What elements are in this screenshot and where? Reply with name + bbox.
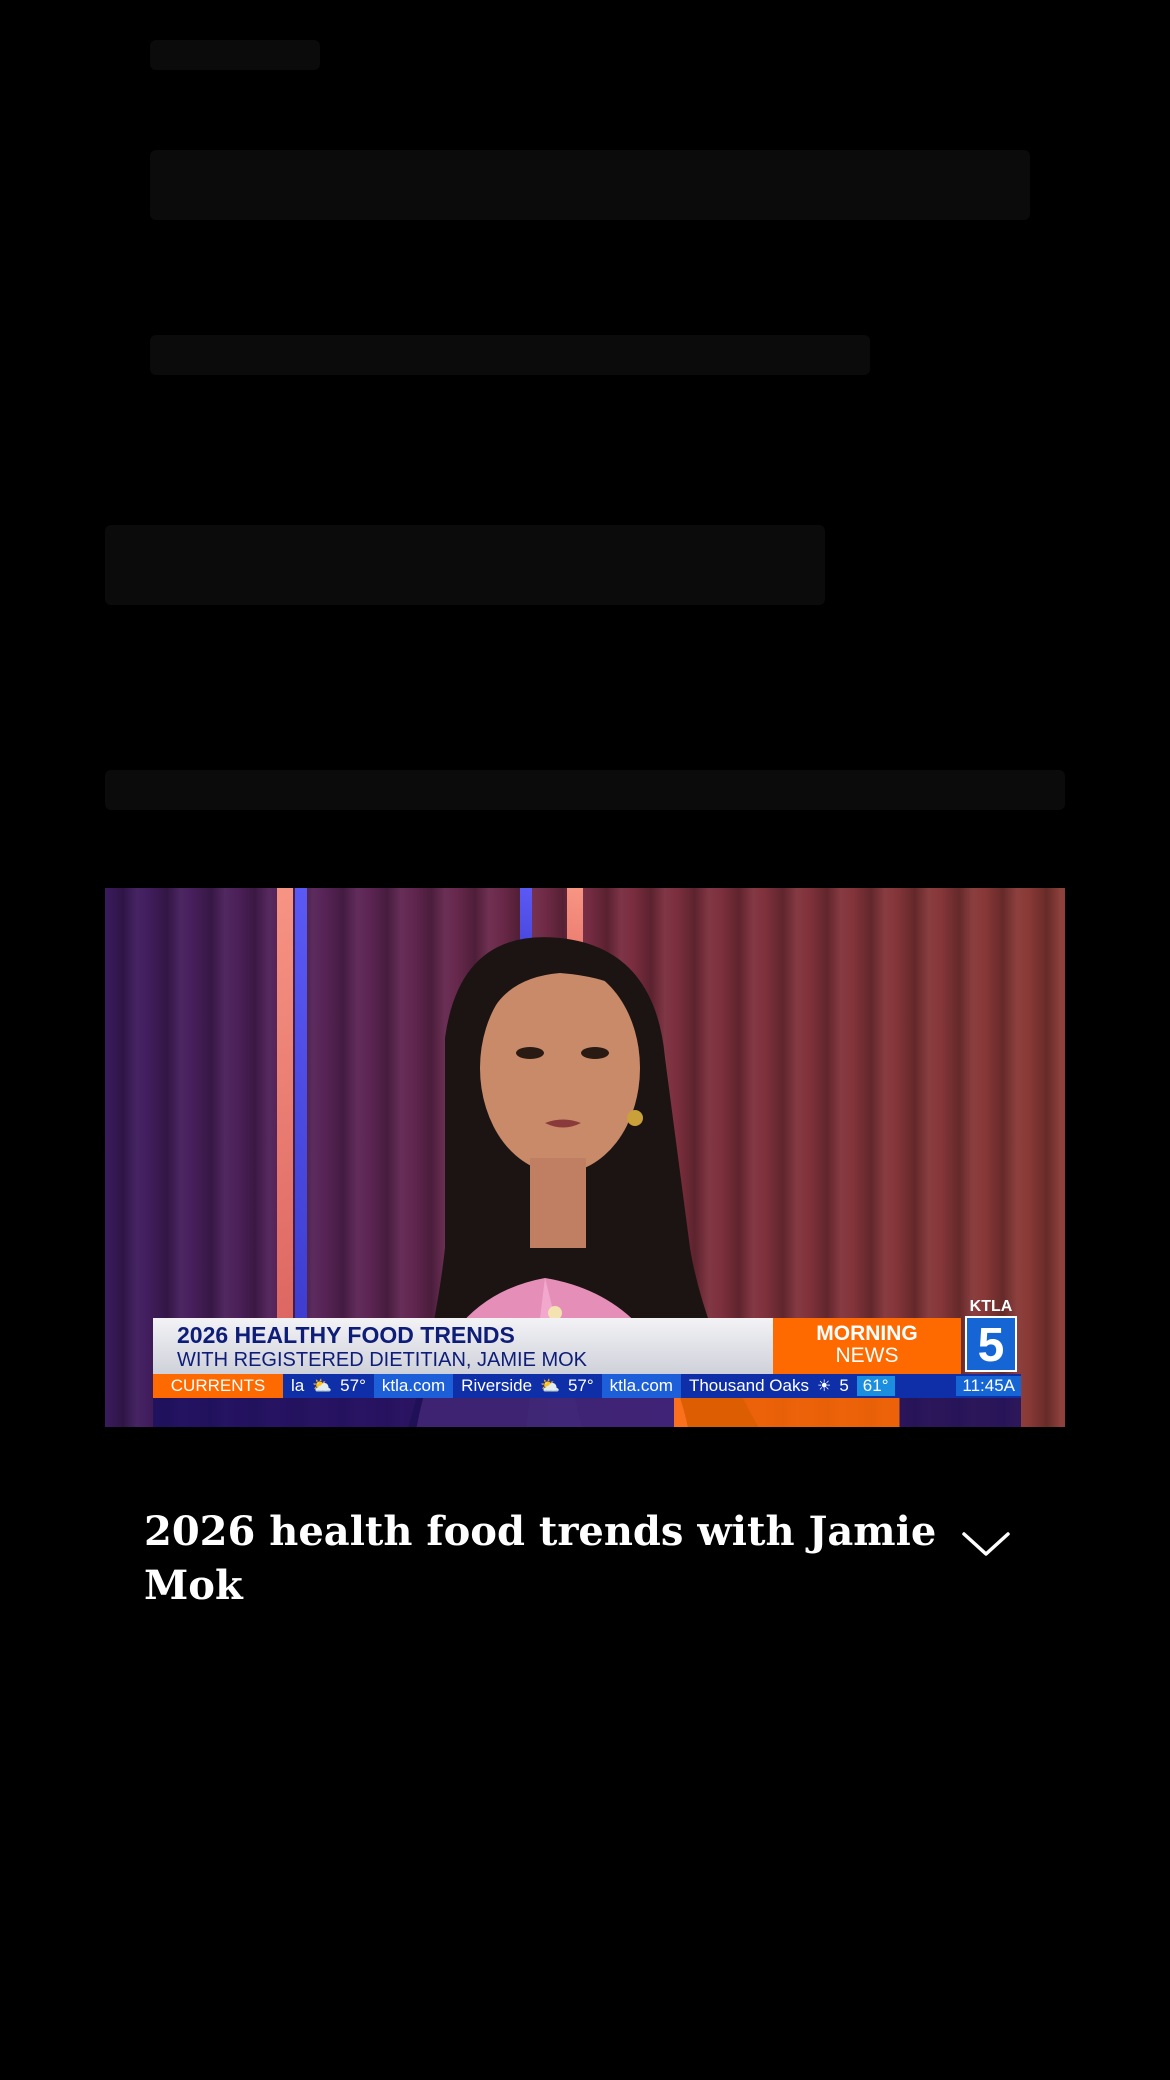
station-call-letters: KTLA bbox=[969, 1298, 1013, 1315]
background-text-block bbox=[105, 525, 825, 605]
background-text-block bbox=[105, 770, 1065, 810]
show-badge: MORNING NEWS bbox=[773, 1318, 961, 1374]
ticker-item: Riverside bbox=[461, 1376, 533, 1395]
show-name-line2: NEWS bbox=[835, 1344, 899, 1367]
ticker-item: 5 bbox=[839, 1376, 849, 1395]
chevron-down-icon[interactable] bbox=[960, 1528, 1012, 1558]
background-text-block bbox=[150, 335, 870, 375]
ticker-item: 57° bbox=[340, 1376, 366, 1395]
segment-title: 2026 HEALTHY FOOD TRENDS bbox=[177, 1322, 515, 1348]
ticker-item: 57° bbox=[567, 1376, 594, 1395]
background-text-block bbox=[150, 40, 320, 70]
lower-third-underbar bbox=[153, 1398, 1021, 1427]
studio-light-bar bbox=[277, 888, 293, 1328]
ticker-label: CURRENTS bbox=[153, 1374, 283, 1398]
show-name-line1: MORNING bbox=[816, 1322, 918, 1345]
news-ticker: CURRENTS la ⛅ 57° ktla.com Riverside ⛅ 5… bbox=[153, 1374, 1021, 1398]
sun-icon: ☀ bbox=[816, 1378, 832, 1395]
ticker-item: ktla.com bbox=[373, 1374, 454, 1398]
news-lower-third: 2026 HEALTHY FOOD TRENDS WITH REGISTERED… bbox=[153, 1298, 1021, 1427]
ticker-time: 11:45A bbox=[956, 1376, 1021, 1396]
background-text-block bbox=[150, 150, 1030, 220]
ticker-item: ktla.com bbox=[601, 1374, 681, 1398]
station-number: 5 bbox=[965, 1316, 1017, 1372]
station-logo: KTLA 5 bbox=[961, 1298, 1021, 1374]
video-player[interactable]: 2026 HEALTHY FOOD TRENDS WITH REGISTERED… bbox=[105, 888, 1065, 1427]
segment-subtitle: WITH REGISTERED DIETITIAN, JAMIE MOK bbox=[177, 1349, 588, 1371]
lower-third-title-box: 2026 HEALTHY FOOD TRENDS WITH REGISTERED… bbox=[153, 1318, 773, 1374]
ticker-item: la bbox=[291, 1376, 305, 1395]
video-caption-title: 2026 health food trends with Jamie Mok bbox=[144, 1508, 937, 1609]
ticker-temperature: 61° bbox=[856, 1376, 895, 1396]
ticker-item: Thousand Oaks bbox=[688, 1376, 809, 1395]
partly-cloudy-icon: ⛅ bbox=[540, 1378, 560, 1395]
partly-cloudy-icon: ⛅ bbox=[312, 1378, 333, 1395]
